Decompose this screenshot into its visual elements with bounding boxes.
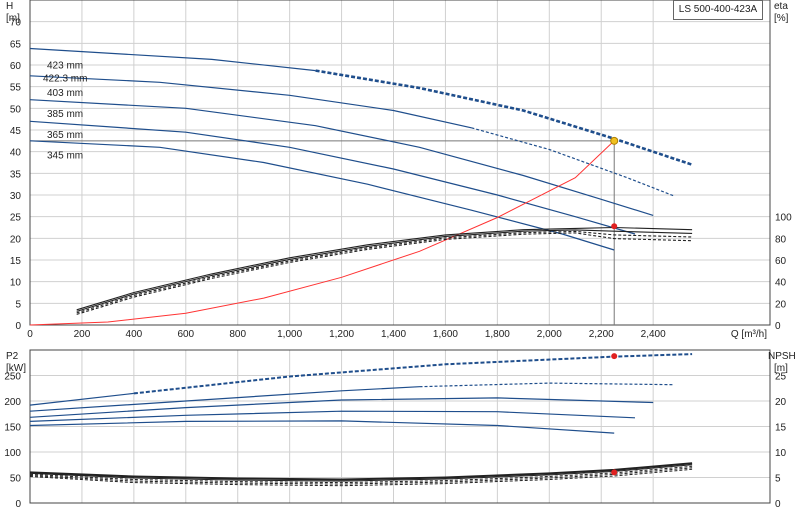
x-tick-label: 0 xyxy=(27,329,33,340)
eta-axis-label: eta xyxy=(774,1,788,12)
npsh-tick-label: 20 xyxy=(775,397,787,408)
power-point-marker xyxy=(611,353,618,360)
npsh-tick-label: 0 xyxy=(775,499,781,510)
x-tick-label: 800 xyxy=(229,329,246,340)
npsh-axis-label: NPSH xyxy=(768,351,796,362)
eta-tick-label: 60 xyxy=(775,256,787,267)
y-tick-label: 5 xyxy=(15,299,21,310)
eta-tick-label: 80 xyxy=(775,234,787,245)
x-tick-label: 400 xyxy=(126,329,143,340)
efficiency-curve-2 xyxy=(76,230,693,314)
impeller-label: 345 mm xyxy=(47,151,83,162)
p2-tick-label: 150 xyxy=(4,423,21,434)
impeller-label: 365 mm xyxy=(47,130,83,141)
y-tick-label: 25 xyxy=(10,213,22,224)
head-curve-1 xyxy=(29,75,472,129)
impeller-label: 385 mm xyxy=(47,109,83,120)
p2-axis-unit: [kW] xyxy=(6,363,26,374)
power-curve-dashed-1 xyxy=(419,382,674,388)
x-tick-label: 1,200 xyxy=(329,329,354,340)
eta-tick-label: 0 xyxy=(775,321,781,332)
npsh-tick-label: 5 xyxy=(775,474,781,485)
x-tick-label: 1,400 xyxy=(381,329,406,340)
y-tick-label: 40 xyxy=(10,148,22,159)
chart-svg: 0 200 400 600 800 1,000 1,200 1,400 1,600 1,800 2,… xyxy=(4,0,796,510)
x-tick-label: 2,200 xyxy=(589,329,614,340)
head-plot-frame xyxy=(29,0,771,326)
x-tick-label: 600 xyxy=(177,329,194,340)
efficiency-curve-0 xyxy=(76,226,693,311)
eta-tick-label: 100 xyxy=(775,213,792,224)
npsh-curve-2 xyxy=(29,465,693,484)
npsh-axis-unit: [m] xyxy=(774,363,788,374)
p2-axis-label: P2 xyxy=(6,351,19,362)
y-tick-label: 50 xyxy=(10,104,22,115)
x-tick-label: 1,800 xyxy=(485,329,510,340)
head-curve-dashed-0 xyxy=(315,69,693,166)
y-tick-label: 60 xyxy=(10,61,22,72)
power-curve-3 xyxy=(29,410,636,422)
efficiency-point-marker xyxy=(611,223,618,230)
npsh-tick-label: 15 xyxy=(775,423,787,434)
p2-tick-label: 50 xyxy=(10,474,22,485)
y-axis-label: H xyxy=(6,1,13,12)
x-tick-label: 2,000 xyxy=(537,329,562,340)
x-axis-label: Q [m³/h] xyxy=(731,329,767,340)
pump-performance-chart: 0 200 400 600 800 1,000 1,200 1,400 1,600 1,800 2,… xyxy=(0,0,800,520)
y-tick-label: 35 xyxy=(10,169,22,180)
y-tick-label: 55 xyxy=(10,83,22,94)
x-tick-label: 1,000 xyxy=(277,329,302,340)
y-tick-label: 45 xyxy=(10,126,22,137)
head-curve-dashed-1 xyxy=(471,127,675,197)
y-tick-label: 65 xyxy=(10,39,22,50)
npsh-point-marker xyxy=(611,469,618,476)
impeller-label: 423 mm xyxy=(47,60,83,71)
y-tick-label: 30 xyxy=(10,191,22,202)
eta-tick-label: 40 xyxy=(775,278,787,289)
y-tick-label: 0 xyxy=(15,321,21,332)
model-label: LS 500-400-423A xyxy=(673,0,763,20)
p2-tick-label: 0 xyxy=(15,499,21,510)
y-axis-unit: [m] xyxy=(6,13,20,24)
y-tick-label: 10 xyxy=(10,278,22,289)
x-tick-label: 200 xyxy=(74,329,91,340)
y-tick-label: 15 xyxy=(10,256,22,267)
x-tick-label: 2,400 xyxy=(641,329,666,340)
y-tick-label: 20 xyxy=(10,234,22,245)
eta-tick-label: 20 xyxy=(775,299,787,310)
p2-tick-label: 200 xyxy=(4,397,21,408)
x-tick-label: 1,600 xyxy=(433,329,458,340)
eta-axis-unit: [%] xyxy=(774,13,789,24)
duty-point-marker xyxy=(610,136,619,145)
npsh-tick-label: 10 xyxy=(775,448,787,459)
impeller-label: 403 mm xyxy=(47,88,83,99)
p2-tick-label: 100 xyxy=(4,448,21,459)
impeller-label: 422.3 mm xyxy=(43,73,87,84)
